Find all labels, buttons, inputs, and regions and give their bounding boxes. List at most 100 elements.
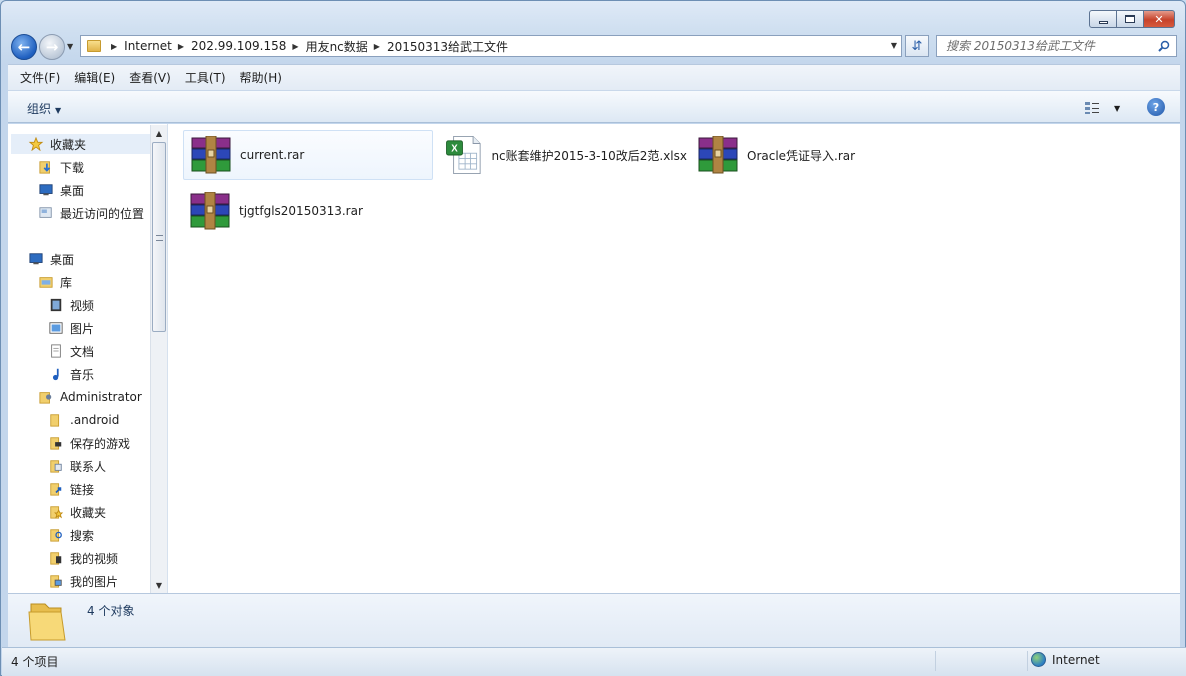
chevron-down-icon: ▼	[55, 106, 62, 115]
back-arrow-icon: ←	[17, 38, 31, 56]
minimize-button[interactable]	[1089, 10, 1117, 28]
menu-view[interactable]: 查看(V)	[129, 69, 171, 86]
winrar-archive-icon	[190, 192, 230, 230]
svg-text:X: X	[451, 143, 458, 154]
nav-libraries[interactable]: 库	[38, 272, 72, 292]
nav-favorites[interactable]: 收藏夹	[11, 134, 151, 154]
nav-documents[interactable]: 文档	[48, 341, 94, 361]
menu-file[interactable]: 文件(F)	[20, 69, 60, 86]
nav-searches[interactable]: 搜索	[48, 525, 94, 545]
search-input[interactable]	[946, 39, 1151, 53]
scroll-down-icon[interactable]: ▼	[151, 577, 167, 593]
back-button[interactable]: ←	[11, 34, 37, 60]
file-item[interactable]: Oracle凭证导入.rar	[691, 130, 941, 180]
breadcrumb-server[interactable]: 202.99.109.158 ▶	[191, 39, 306, 53]
maximize-button[interactable]	[1117, 10, 1144, 28]
grip-icon	[156, 235, 163, 241]
picture-icon	[49, 322, 63, 334]
details-pane: 4 个对象	[8, 593, 1180, 647]
help-button[interactable]: ?	[1147, 98, 1165, 116]
breadcrumb-nc-data[interactable]: 用友nc数据 ▶	[306, 38, 387, 55]
nav-administrator[interactable]: Administrator	[38, 387, 142, 407]
change-view-button[interactable]: ▼	[1084, 99, 1122, 117]
winrar-archive-icon	[698, 136, 738, 174]
nav-desktop-favorite[interactable]: 桌面	[38, 180, 84, 200]
video-folder-icon	[50, 552, 62, 565]
nav-label: 我的视频	[70, 551, 119, 566]
nav-links[interactable]: 链接	[48, 479, 94, 499]
links-icon	[50, 483, 62, 496]
music-note-icon	[52, 368, 59, 381]
user-folder-icon	[39, 392, 52, 404]
organize-button[interactable]: 组织 ▼	[27, 100, 61, 117]
window-caption-buttons: ✕	[1089, 10, 1175, 28]
nav-pane-scrollbar[interactable]: ▲ ▼	[150, 125, 167, 593]
nav-label: 保存的游戏	[70, 436, 131, 451]
winrar-archive-icon	[191, 136, 231, 174]
nav-label: 桌面	[60, 183, 85, 198]
forward-button[interactable]: →	[39, 34, 65, 60]
nav-music[interactable]: 音乐	[48, 364, 94, 384]
nav-label: Administrator	[60, 390, 142, 404]
zone-label: Internet	[1052, 652, 1100, 667]
menu-help[interactable]: 帮助(H)	[240, 69, 282, 86]
breadcrumb-current-folder[interactable]: 20150313给武工文件	[387, 38, 508, 55]
chevron-down-icon[interactable]: ▼	[1114, 104, 1120, 113]
address-bar[interactable]: ▶ Internet ▶ 202.99.109.158 ▶ 用友nc数据 ▶ 2015…	[80, 35, 902, 57]
nav-label: 搜索	[70, 528, 95, 543]
recent-pages-dropdown[interactable]: ▼	[67, 42, 73, 51]
downloads-folder-icon	[39, 161, 51, 174]
nav-label: 文档	[70, 344, 95, 359]
searches-folder-icon	[50, 529, 62, 542]
contacts-icon	[50, 460, 62, 473]
file-item[interactable]: current.rar	[183, 130, 433, 180]
search-icon[interactable]	[1158, 40, 1170, 52]
chevron-right-icon[interactable]: ▶	[374, 42, 380, 51]
nav-contacts[interactable]: 联系人	[48, 456, 106, 476]
nav-saved-games[interactable]: 保存的游戏	[48, 433, 130, 453]
file-item[interactable]: X nc账套维护2015-3-10改后2范.xlsx	[437, 130, 687, 180]
breadcrumb-root-arrow[interactable]: ▶	[105, 42, 124, 51]
nav-android[interactable]: .android	[48, 410, 119, 430]
chevron-right-icon: ▶	[111, 41, 118, 51]
nav-favorites-folder[interactable]: 收藏夹	[48, 502, 106, 522]
nav-my-pictures[interactable]: 我的图片	[48, 571, 118, 591]
video-icon	[50, 298, 62, 312]
library-icon	[39, 277, 53, 288]
nav-desktop[interactable]: 桌面	[28, 249, 74, 269]
favorites-folder-icon	[50, 506, 64, 519]
folder-icon	[50, 414, 60, 427]
nav-recent-places[interactable]: 最近访问的位置	[38, 203, 144, 223]
nav-pictures[interactable]: 图片	[48, 318, 94, 338]
folder-icon	[28, 603, 66, 641]
nav-videos[interactable]: 视频	[48, 295, 94, 315]
scrollbar-thumb[interactable]	[152, 142, 166, 332]
chevron-right-icon[interactable]: ▶	[292, 42, 298, 51]
navigation-pane: 收藏夹 下载 桌面 最近访问的位置 桌面 库 视频 图片 文档 音乐 Admin…	[8, 124, 168, 593]
file-item[interactable]: tjgtfgls20150313.rar	[183, 186, 433, 236]
refresh-button[interactable]: ⇵	[905, 35, 929, 57]
status-divider	[1027, 651, 1028, 671]
file-list-pane[interactable]: current.rar X nc账套维护2015-3-10改后2范.xlsx O…	[168, 124, 1180, 593]
picture-folder-icon	[50, 575, 62, 588]
close-button[interactable]: ✕	[1144, 10, 1175, 28]
menu-edit[interactable]: 编辑(E)	[74, 69, 115, 86]
maximize-icon	[1125, 15, 1135, 23]
nav-label: 链接	[70, 482, 95, 497]
breadcrumb-internet[interactable]: Internet ▶	[124, 39, 191, 53]
search-box[interactable]	[936, 35, 1177, 57]
document-icon	[51, 344, 61, 358]
selected-object-count: 4 个对象	[87, 604, 135, 618]
scroll-up-icon[interactable]: ▲	[151, 125, 167, 141]
minimize-icon	[1098, 20, 1108, 24]
address-dropdown-icon[interactable]: ▼	[891, 41, 897, 50]
desktop-icon	[29, 253, 43, 265]
nav-my-videos[interactable]: 我的视频	[48, 548, 118, 568]
file-name: Oracle凭证导入.rar	[747, 148, 856, 163]
explorer-window: ✕ ← → ▼ ▶ Internet ▶ 202.99.109.158 ▶ 用友nc…	[0, 0, 1186, 676]
view-options-icon	[1085, 102, 1099, 114]
menu-tools[interactable]: 工具(T)	[185, 69, 226, 86]
menu-bar: 文件(F) 编辑(E) 查看(V) 工具(T) 帮助(H)	[8, 64, 1180, 90]
chevron-right-icon[interactable]: ▶	[178, 42, 184, 51]
nav-downloads[interactable]: 下载	[38, 157, 84, 177]
